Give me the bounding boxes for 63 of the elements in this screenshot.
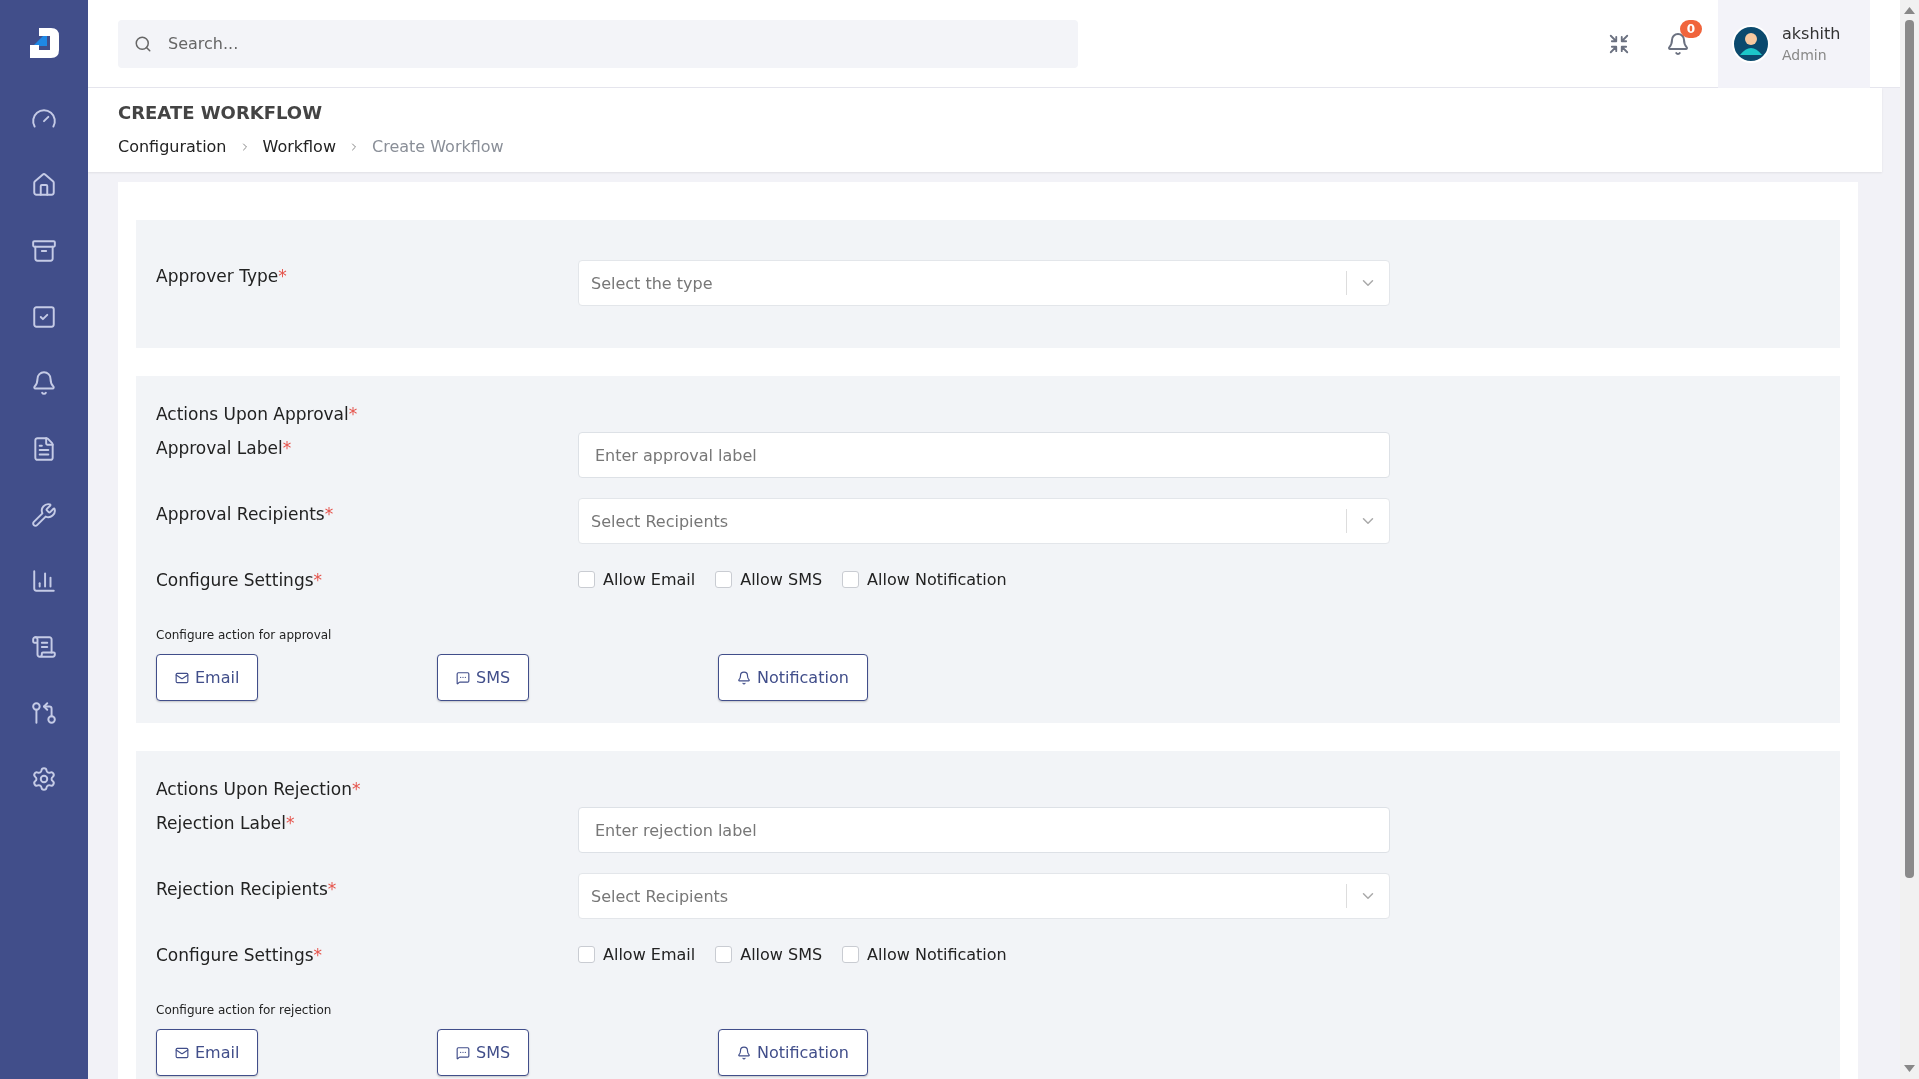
notification-button[interactable]: Notification — [718, 654, 868, 701]
user-name: akshith — [1782, 24, 1841, 43]
mail-icon — [175, 1045, 189, 1060]
checkbox[interactable] — [842, 571, 860, 588]
actions-caption: Configure action for approval — [156, 628, 333, 642]
message-icon — [456, 670, 470, 685]
field-label: Approval Label* — [156, 437, 293, 458]
search-field[interactable]: Search... — [118, 19, 1078, 68]
section-heading: Actions Upon Rejection* — [156, 779, 362, 799]
tools-nav-button[interactable] — [31, 502, 57, 528]
email-button[interactable]: Email — [156, 654, 259, 701]
document-nav-button[interactable] — [31, 436, 57, 462]
checkbox-label: Allow Notification — [867, 945, 1007, 964]
field-label: Configure Settings* — [156, 944, 324, 965]
checkbox[interactable] — [578, 946, 595, 963]
checkbox-label: Allow SMS — [740, 570, 823, 589]
breadcrumb-link[interactable]: Workflow — [262, 137, 336, 156]
select-field[interactable]: Select the type — [578, 260, 1390, 306]
bell-icon — [737, 670, 751, 685]
checkbox-label: Allow SMS — [740, 945, 823, 964]
field-label: Rejection Recipients* — [156, 878, 338, 899]
checkbox-label: Allow Email — [603, 570, 696, 589]
mail-icon — [175, 670, 189, 685]
notification-count: 0 — [1680, 19, 1702, 38]
search-icon — [134, 34, 152, 53]
archive-nav-button[interactable] — [31, 238, 57, 264]
notifications-button[interactable] — [1666, 31, 1690, 56]
section-heading: Actions Upon Approval* — [156, 404, 359, 424]
bar-chart-nav-button[interactable] — [31, 568, 57, 594]
bell-nav-button[interactable] — [31, 370, 57, 396]
field-label: Configure Settings* — [156, 569, 324, 590]
sms-button[interactable]: SMS — [437, 1029, 530, 1076]
sms-button[interactable]: SMS — [437, 654, 530, 701]
checkbox-label: Allow Notification — [867, 570, 1007, 589]
actions-caption: Configure action for rejection — [156, 1003, 333, 1017]
select-field[interactable]: Select Recipients — [578, 498, 1390, 544]
field-label: Approver Type* — [156, 265, 288, 286]
message-icon — [456, 1045, 470, 1060]
select-field[interactable]: Select Recipients — [578, 873, 1390, 919]
field-label: Approval Recipients* — [156, 503, 335, 524]
checkbox[interactable] — [715, 571, 733, 588]
scrollbar-drawing[interactable] — [1900, 0, 1919, 1079]
page-title: CREATE WORKFLOW — [118, 102, 323, 123]
notification-button[interactable]: Notification — [718, 1029, 868, 1076]
receipt-nav-button[interactable] — [31, 634, 57, 660]
home-nav-button[interactable] — [31, 172, 57, 198]
bell-icon — [737, 1045, 751, 1060]
checkbox[interactable] — [842, 946, 860, 963]
settings-nav-button[interactable] — [31, 766, 57, 792]
field-label: Rejection Label* — [156, 812, 296, 833]
user-role: Admin — [1782, 47, 1828, 63]
checkbox[interactable] — [578, 571, 595, 588]
checkbox-label: Allow Email — [603, 945, 696, 964]
input-field[interactable]: Enter rejection label — [578, 807, 1390, 853]
email-button[interactable]: Email — [156, 1029, 259, 1076]
checkbox[interactable] — [715, 946, 733, 963]
pull-request-nav-button[interactable] — [31, 700, 57, 726]
checkbox-nav-button[interactable] — [31, 304, 57, 330]
avatar-icon[interactable] — [1732, 24, 1770, 63]
logo-icon[interactable] — [27, 26, 61, 60]
breadcrumb-link[interactable]: Configuration — [118, 137, 227, 156]
collapse-button[interactable] — [1608, 32, 1630, 55]
input-field[interactable]: Enter approval label — [578, 432, 1390, 478]
